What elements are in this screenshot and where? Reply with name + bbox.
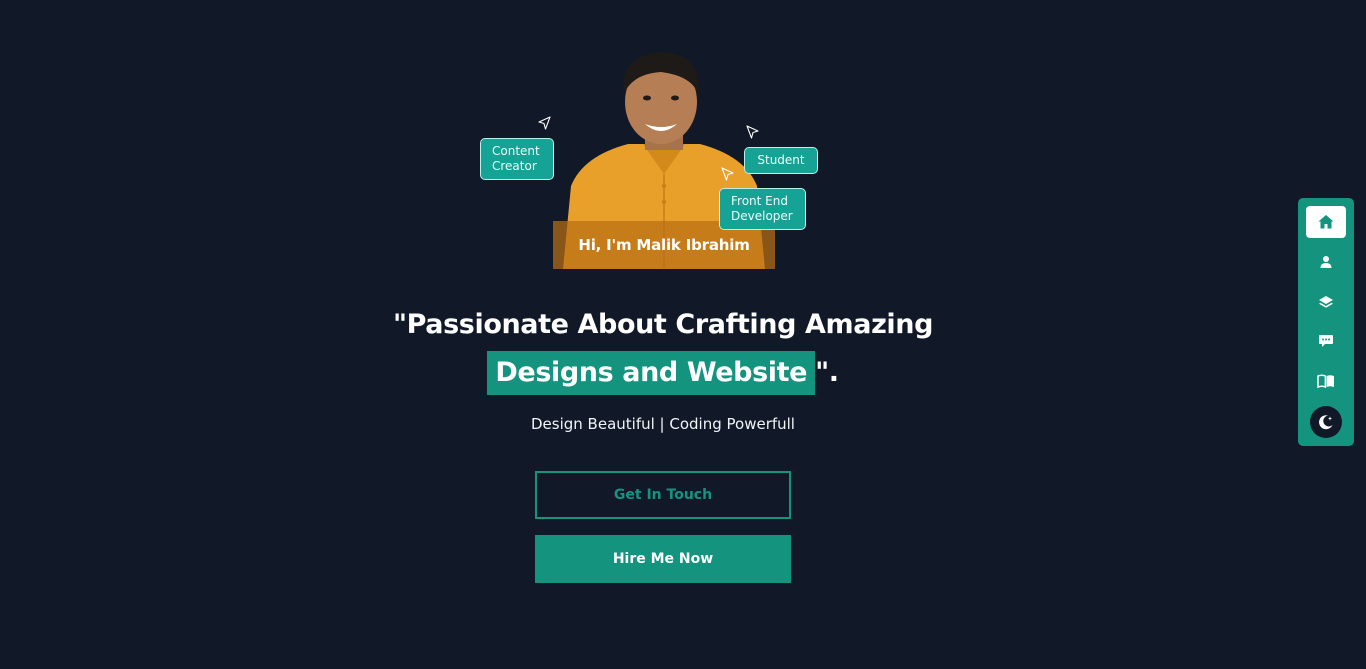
nav-home[interactable] [1306,206,1346,238]
theme-toggle-button[interactable] [1310,406,1342,438]
nav-services[interactable] [1306,286,1346,318]
tag-content-creator: Content Creator [480,138,554,180]
home-icon [1318,215,1334,229]
subtitle: Design Beautiful | Coding Powerfull [531,415,795,433]
nav-about[interactable] [1306,246,1346,278]
chat-icon [1319,335,1333,347]
book-icon [1317,374,1334,389]
hire-me-button[interactable]: Hire Me Now [535,535,791,583]
nav-testimonials[interactable] [1306,325,1346,357]
greeting-text: Hi, I'm Malik Ibrahim [578,236,750,254]
cursor-arrow-icon [538,116,551,130]
layers-icon [1319,296,1333,308]
side-navigation [1298,198,1354,446]
cursor-arrow-icon [746,125,759,139]
tag-front-end-developer: Front End Developer [719,188,806,230]
headline-line2: Designs and Website ". [0,351,1326,395]
moon-icon [1319,415,1333,430]
headline-highlight: Designs and Website [487,351,816,395]
headline-line1: "Passionate About Crafting Amazing [392,309,934,340]
tag-student: Student [744,147,818,174]
cursor-arrow-icon [721,167,734,181]
get-in-touch-button[interactable]: Get In Touch [535,471,791,519]
user-icon [1320,256,1332,268]
headline-suffix: ". [815,357,839,388]
headline: "Passionate About Crafting Amazing [0,302,1326,348]
nav-blog[interactable] [1306,365,1346,397]
